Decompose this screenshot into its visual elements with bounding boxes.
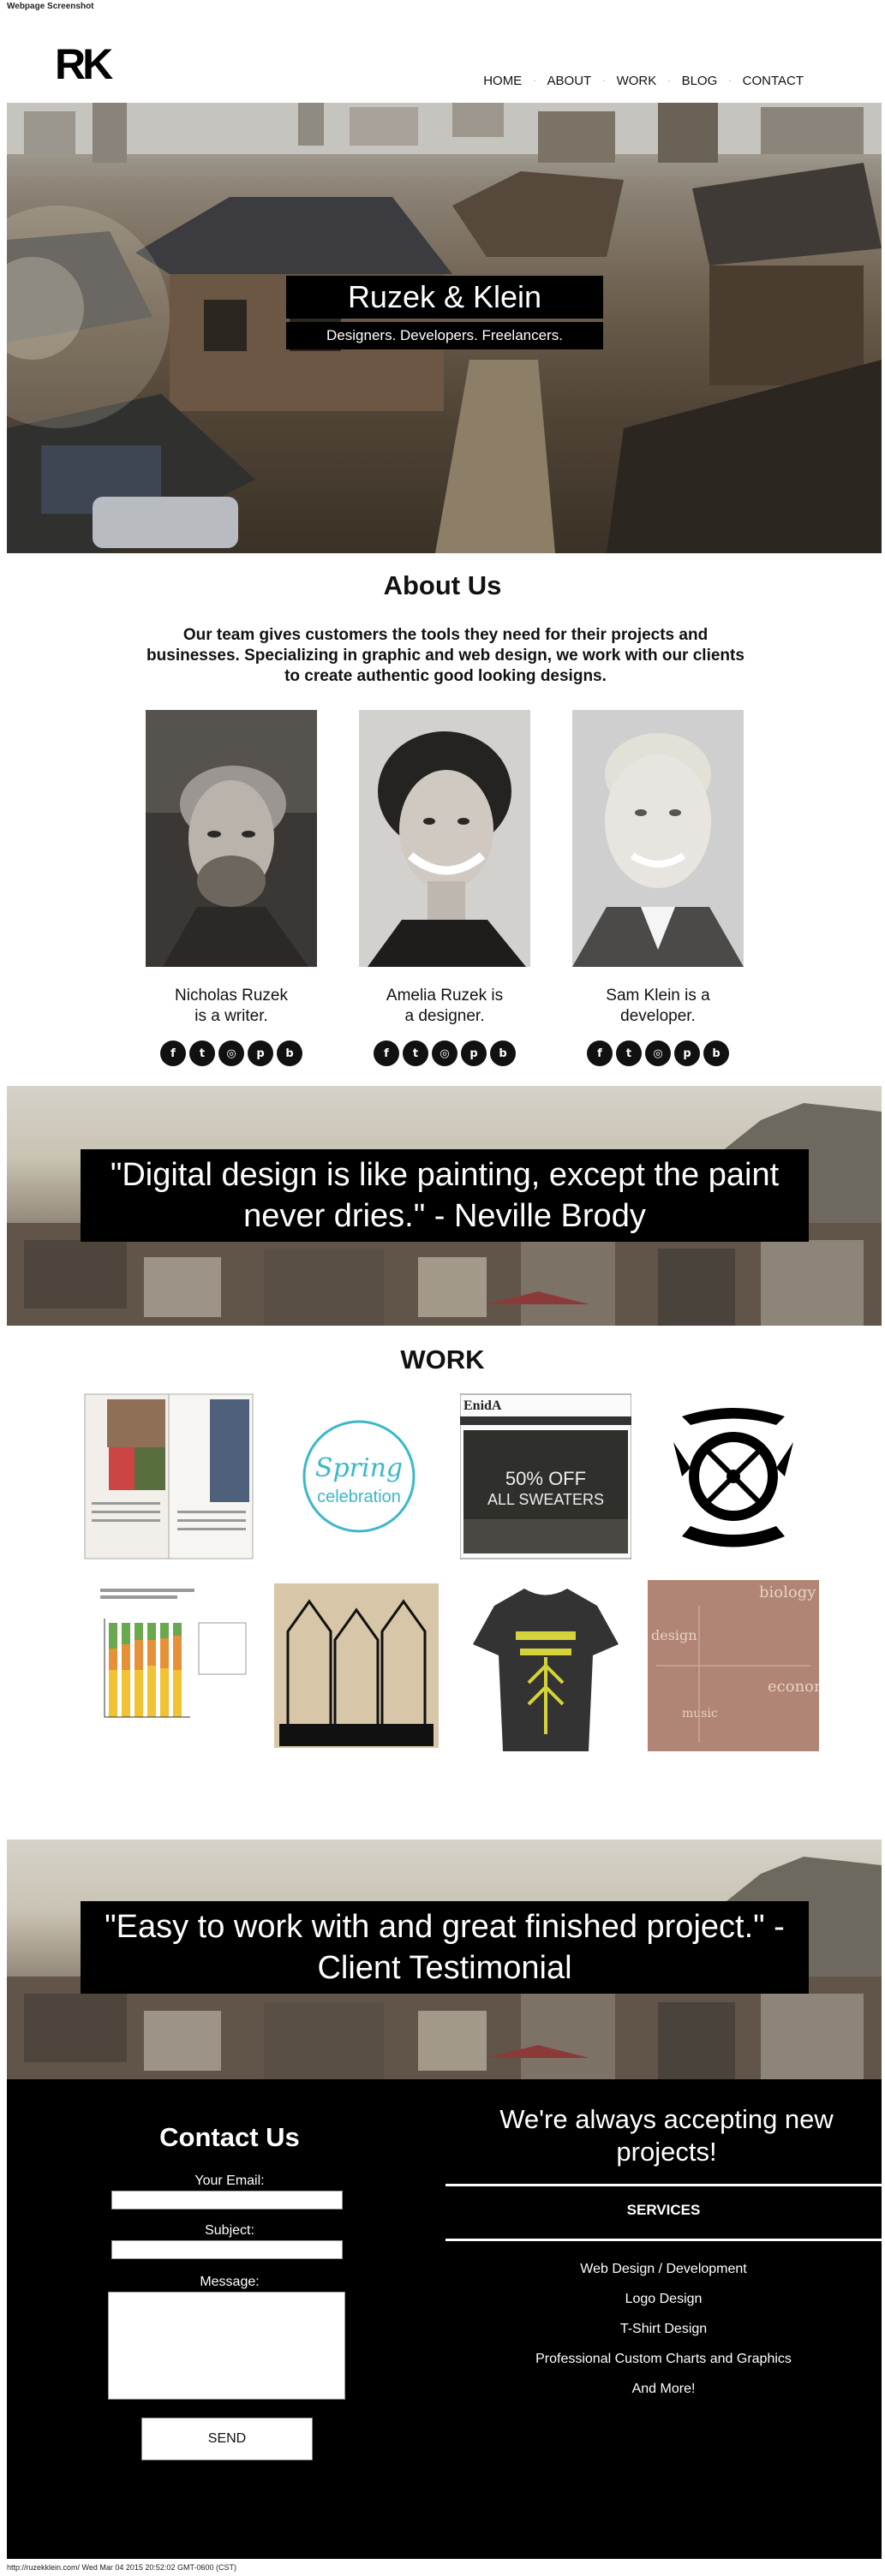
service-item: And More!	[631, 2382, 696, 2396]
services-list: Web Design / Development Logo Design T-S…	[445, 2254, 882, 2404]
pinterest-icon[interactable]: p	[461, 1041, 487, 1066]
quote-band-2: "Easy to work with and great finished pr…	[7, 1840, 882, 2079]
celebration-text: celebration	[317, 1488, 401, 1506]
service-item: Web Design / Development	[580, 2262, 747, 2276]
dribbble-icon[interactable]: ◎	[645, 1041, 671, 1066]
twitter-icon[interactable]: t	[403, 1041, 428, 1066]
facebook-icon[interactable]: f	[374, 1041, 399, 1066]
subject-field[interactable]	[111, 2240, 343, 2259]
team-member-sam: Sam Klein is a developer. f t ◎ p b	[572, 710, 744, 1066]
member-caption: Amelia Ruzek is a designer.	[386, 987, 504, 1025]
nav-separator: ·	[667, 76, 671, 86]
contact-title: Contact Us	[159, 2122, 300, 2152]
accepting-projects-heading: We're always accepting new projects!	[499, 2104, 834, 2167]
quote-band-1: "Digital design is like painting, except…	[7, 1086, 882, 1326]
work-item-infographic[interactable]	[83, 1580, 254, 1751]
member-socials: f t ◎ p b	[146, 1041, 317, 1066]
enida-brand: EnidA	[463, 1398, 502, 1413]
work-title: WORK	[400, 1345, 485, 1374]
dribbble-icon[interactable]: ◎	[432, 1041, 457, 1066]
testimonial-text: "Easy to work with and great finished pr…	[105, 1909, 785, 1986]
contact-section: Contact Us Your Email: Subject: Message:…	[7, 2079, 882, 2559]
message-label: Message:	[200, 2275, 260, 2289]
services-title: SERVICES	[626, 2202, 701, 2218]
email-field[interactable]	[111, 2191, 343, 2209]
member-photo	[146, 710, 317, 967]
work-item-typography[interactable]: biology design econom music	[648, 1580, 819, 1751]
nav-work[interactable]: WORK	[617, 74, 657, 88]
twitter-icon[interactable]: t	[616, 1041, 642, 1066]
subject-label: Subject:	[205, 2223, 254, 2238]
hero-banner: Ruzek & Klein Designers. Developers. Fre…	[7, 103, 882, 553]
nav-separator: ·	[728, 76, 732, 86]
about-title: About Us	[383, 570, 502, 600]
dribbble-icon[interactable]: ◎	[218, 1041, 244, 1066]
send-button[interactable]: SEND	[141, 2418, 313, 2460]
typo-economy: econom	[768, 1678, 819, 1696]
hero-subtitle: Designers. Developers. Freelancers.	[326, 327, 563, 343]
service-item: Professional Custom Charts and Graphics	[535, 2352, 792, 2366]
member-socials: f t ◎ p b	[359, 1041, 530, 1066]
email-label: Your Email:	[194, 2174, 265, 2188]
member-caption: Nicholas Ruzek is a writer.	[175, 987, 288, 1025]
nav-separator: ·	[602, 76, 606, 86]
main-nav: HOME · ABOUT · WORK · BLOG · CONTACT	[483, 74, 804, 88]
quote-box-1: "Digital design is like painting, except…	[81, 1149, 809, 1242]
about-description: Our team gives customers the tools they …	[147, 626, 744, 685]
message-field[interactable]	[108, 2292, 345, 2400]
site-logo[interactable]: RK	[55, 39, 113, 89]
blogger-icon[interactable]: b	[490, 1041, 516, 1066]
service-item: T-Shirt Design	[619, 2322, 708, 2336]
twitter-icon[interactable]: t	[189, 1041, 215, 1066]
facebook-icon[interactable]: f	[587, 1041, 613, 1066]
spring-text: Spring	[315, 1453, 403, 1483]
member-caption: Sam Klein is a developer.	[606, 987, 710, 1025]
work-item-enida[interactable]: EnidA 50% OFF ALL SWEATERS	[460, 1391, 631, 1562]
nav-blog[interactable]: BLOG	[682, 74, 718, 88]
hero-title: Ruzek & Klein	[347, 279, 542, 314]
hero-subtitle-box: Designers. Developers. Freelancers.	[286, 322, 603, 349]
pinterest-icon[interactable]: p	[674, 1041, 700, 1066]
services-divider-top	[445, 2184, 882, 2186]
blogger-icon[interactable]: b	[277, 1041, 302, 1066]
nav-separator: ·	[533, 76, 536, 86]
typo-design: design	[651, 1627, 697, 1643]
nav-home[interactable]: HOME	[483, 74, 522, 88]
screenshot-url-footer: http://ruzekklein.com/ Wed Mar 04 2015 2…	[7, 2563, 236, 2572]
facebook-icon[interactable]: f	[160, 1041, 186, 1066]
team-member-nicholas: Nicholas Ruzek is a writer. f t ◎ p b	[146, 710, 317, 1066]
enida-promo-line1: 50% OFF	[505, 1468, 586, 1489]
member-photo	[572, 710, 744, 967]
typo-biology: biology	[759, 1583, 816, 1601]
nav-about[interactable]: ABOUT	[547, 74, 592, 88]
services-divider-bottom	[445, 2239, 882, 2241]
work-item-emblem[interactable]	[648, 1391, 819, 1562]
work-item-magazine[interactable]	[83, 1391, 254, 1562]
work-item-tshirt[interactable]	[460, 1580, 631, 1751]
screenshot-label: Webpage Screenshot	[7, 2, 94, 11]
service-item: Logo Design	[625, 2292, 703, 2306]
enida-promo-line2: ALL SWEATERS	[487, 1491, 604, 1508]
blogger-icon[interactable]: b	[703, 1041, 729, 1066]
member-photo	[359, 710, 530, 967]
hero-title-box: Ruzek & Klein	[286, 276, 603, 319]
work-item-spring[interactable]: Spring celebration	[273, 1391, 445, 1562]
work-item-buildings[interactable]	[271, 1580, 442, 1751]
typo-music: music	[682, 1707, 718, 1720]
pinterest-icon[interactable]: p	[248, 1041, 273, 1066]
nav-contact[interactable]: CONTACT	[743, 74, 804, 88]
quote-text: "Digital design is like painting, except…	[110, 1157, 780, 1234]
team-member-amelia: Amelia Ruzek is a designer. f t ◎ p b	[359, 710, 530, 1066]
member-socials: f t ◎ p b	[572, 1041, 744, 1066]
quote-box-2: "Easy to work with and great finished pr…	[81, 1901, 809, 1994]
